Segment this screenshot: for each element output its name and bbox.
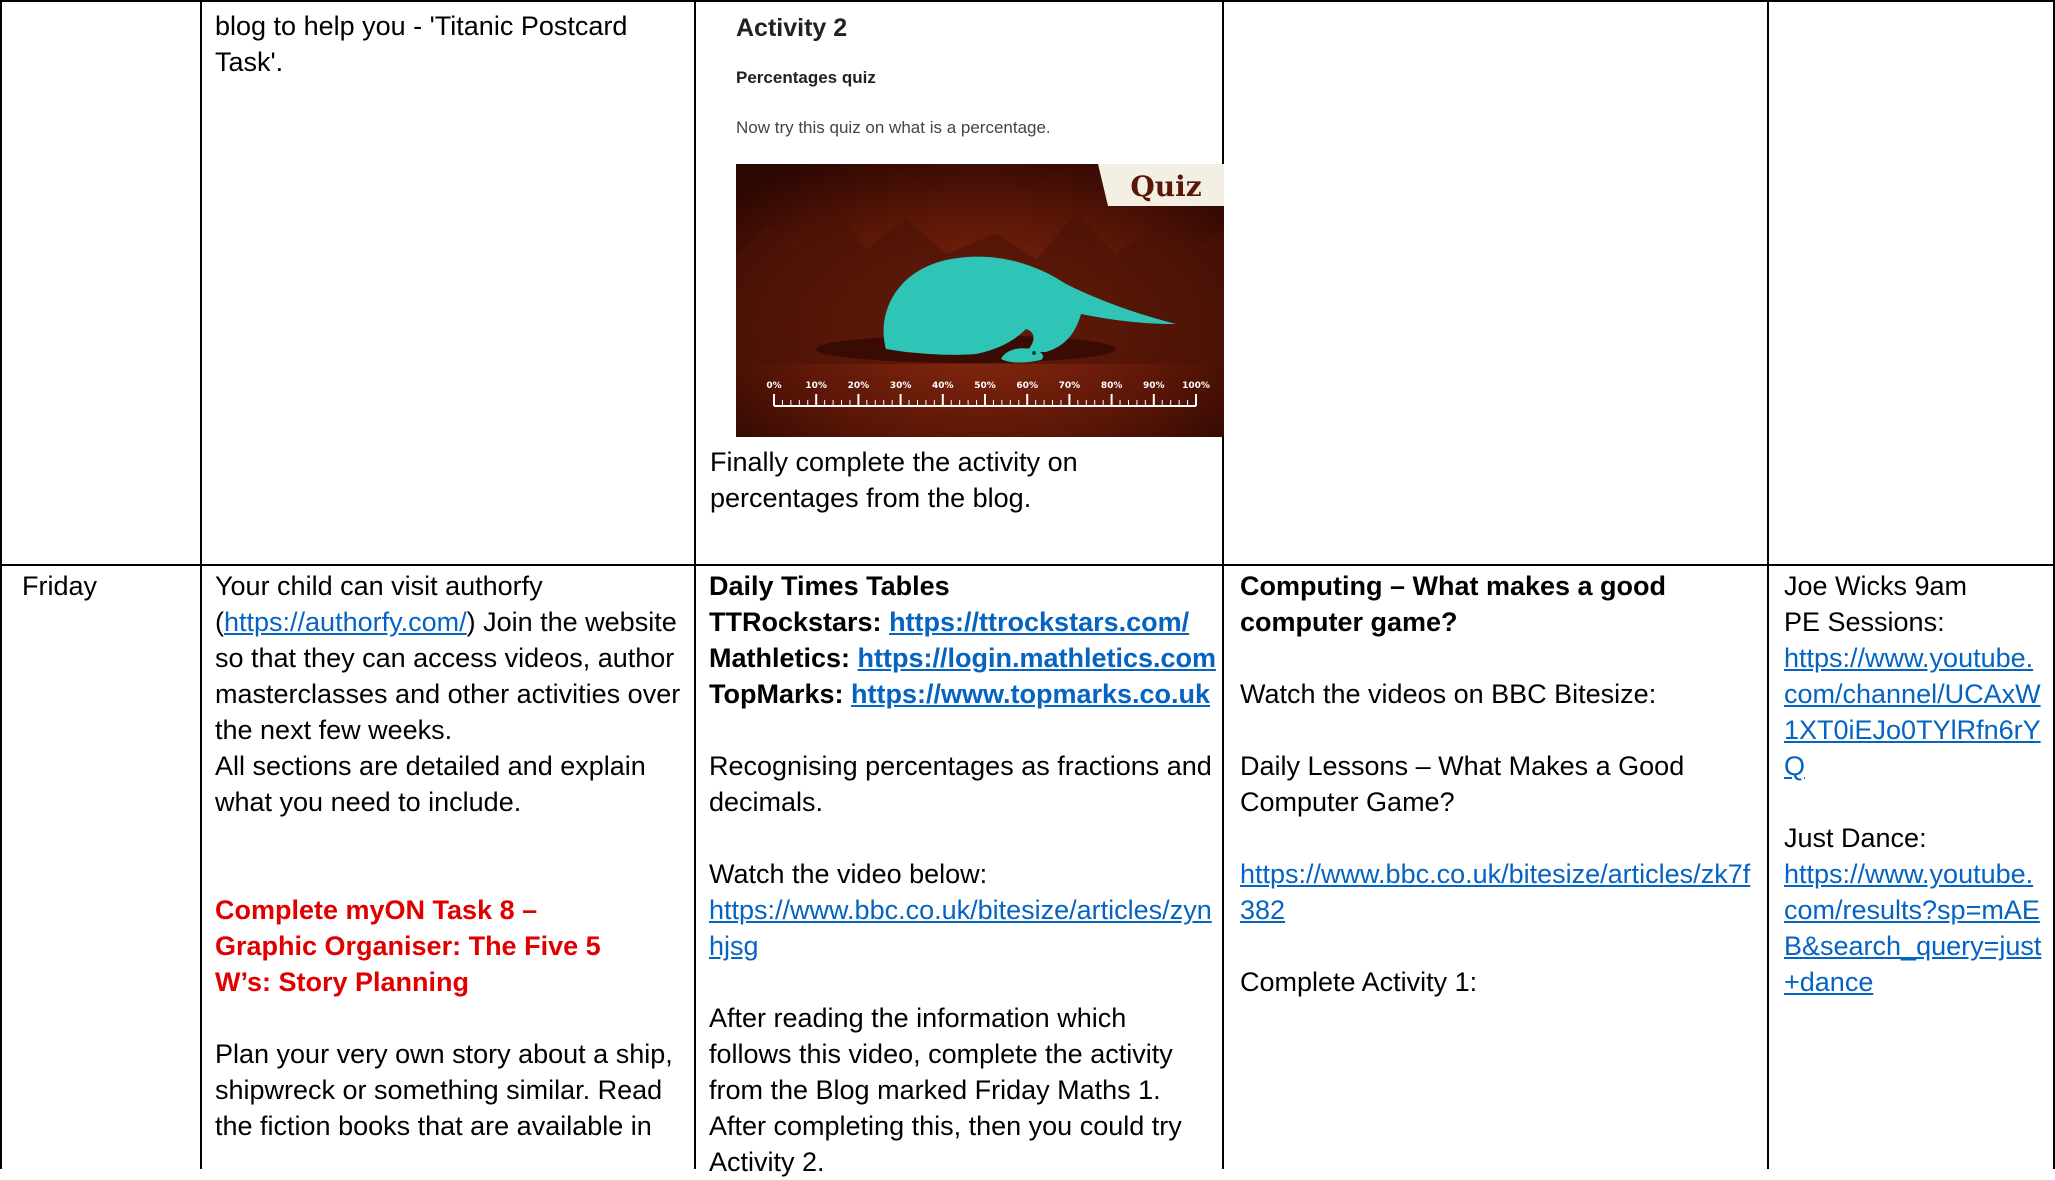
percentages-topic: Recognising percentages as fractions and… [709, 751, 1212, 817]
ttrockstars-line: TTRockstars: https://ttrockstars.com/ [709, 604, 1219, 640]
computing-bitesize-link[interactable]: https://www.bbc.co.uk/bitesize/articles/… [1240, 859, 1750, 925]
pe-cell: Joe Wicks 9am PE Sessions: https://www.y… [1784, 568, 2046, 1000]
just-dance-link-line: https://www.youtube.com/results?sp=mAEB&… [1784, 856, 2046, 1000]
just-dance-link[interactable]: https://www.youtube.com/results?sp=mAEB&… [1784, 859, 2041, 997]
grid-line-col1 [200, 0, 202, 1169]
scale-label: 70% [1059, 381, 1081, 391]
english-cell: Your child can visit authorfy (https://a… [215, 568, 685, 1144]
activity-screenshot: Activity 2 Percentages quiz Now try this… [736, 10, 1226, 440]
scale-label: 30% [890, 381, 912, 391]
complete-activity-text: Complete Activity 1: [1240, 967, 1478, 997]
mathletics-line: Mathletics: https://login.mathletics.com [709, 640, 1219, 676]
scale-label: 10% [805, 381, 827, 391]
quiz-illustration[interactable]: Quiz 0% 10% 20% 30% 40% 50% 60% 70% 80% 90% 100% [736, 164, 1224, 437]
scale-label: 60% [1016, 381, 1038, 391]
topmarks-label: TopMarks: [709, 679, 852, 709]
myon-task-heading: Complete myON Task 8 – Graphic Organiser… [215, 895, 601, 997]
baby-dinosaur-eye [1032, 351, 1036, 355]
activity-instruction: Now try this quiz on what is a percentag… [736, 118, 1051, 137]
quiz-badge-label: Quiz [1130, 170, 1201, 203]
just-dance-text: Just Dance: [1784, 823, 1927, 853]
scale-label: 100% [1182, 381, 1210, 391]
joe-wicks-link[interactable]: https://www.youtube.com/channel/UCAxW1XT… [1784, 643, 2041, 781]
authorfy-intro: Your child can visit authorfy (https://a… [215, 568, 685, 748]
computing-link-line: https://www.bbc.co.uk/bitesize/articles/… [1240, 856, 1755, 928]
day-label: Friday [22, 571, 98, 601]
maths-cell: Daily Times Tables TTRockstars: https://… [709, 568, 1219, 1180]
scale-label: 0% [766, 381, 781, 391]
day-cell: Friday [22, 568, 192, 604]
daily-lessons-text: Daily Lessons – What Makes a Good Comput… [1240, 751, 1685, 817]
scale-label: 80% [1101, 381, 1123, 391]
grid-line-col4 [1767, 0, 1769, 1169]
bitesize-video-link[interactable]: https://www.bbc.co.uk/bitesize/articles/… [709, 895, 1212, 961]
ttrockstars-label: TTRockstars: [709, 607, 890, 637]
scale-label: 90% [1143, 381, 1165, 391]
scale-label: 20% [848, 381, 870, 391]
mathletics-link[interactable]: https://login.mathletics.com [858, 643, 1217, 673]
topmarks-line: TopMarks: https://www.topmarks.co.uk [709, 676, 1219, 712]
grid-line-left [0, 0, 2, 1169]
scale-label: 50% [974, 381, 996, 391]
row-divider [0, 564, 2055, 566]
computing-cell: Computing – What makes a good computer g… [1240, 568, 1755, 1000]
timetable-page: blog to help you - 'Titanic Postcard Tas… [0, 0, 2055, 1177]
mathletics-label: Mathletics: [709, 643, 858, 673]
activity-heading: Activity 2 [736, 14, 848, 42]
ttrockstars-link[interactable]: https://ttrockstars.com/ [889, 607, 1189, 637]
joe-wicks-text: Joe Wicks 9am PE Sessions: [1784, 571, 1968, 637]
computing-watch-text: Watch the videos on BBC Bitesize: [1240, 679, 1657, 709]
computing-heading: Computing – What makes a good computer g… [1240, 571, 1667, 637]
joe-wicks-link-line: https://www.youtube.com/channel/UCAxW1XT… [1784, 640, 2046, 784]
maths-cell-top: Activity 2 Percentages quiz Now try this… [708, 0, 1224, 513]
topmarks-link[interactable]: https://www.topmarks.co.uk [851, 679, 1210, 709]
activity-subheading: Percentages quiz [736, 68, 876, 87]
scale-label: 40% [932, 381, 954, 391]
video-link-line: https://www.bbc.co.uk/bitesize/articles/… [709, 892, 1219, 964]
grid-line-col2 [694, 0, 696, 1169]
after-video-text: After reading the information which foll… [709, 1003, 1182, 1177]
times-tables-heading: Daily Times Tables [709, 571, 950, 601]
english-continued-text: blog to help you - 'Titanic Postcard Tas… [215, 11, 628, 77]
authorfy-link[interactable]: https://authorfy.com/ [224, 607, 467, 637]
sections-detail: All sections are detailed and explain wh… [215, 751, 646, 817]
video-intro: Watch the video below: [709, 859, 988, 889]
finally-text: Finally complete the activity on percent… [710, 447, 1078, 513]
story-planning-text: Plan your very own story about a ship, s… [215, 1039, 673, 1141]
english-cell-top: blog to help you - 'Titanic Postcard Tas… [215, 8, 675, 80]
